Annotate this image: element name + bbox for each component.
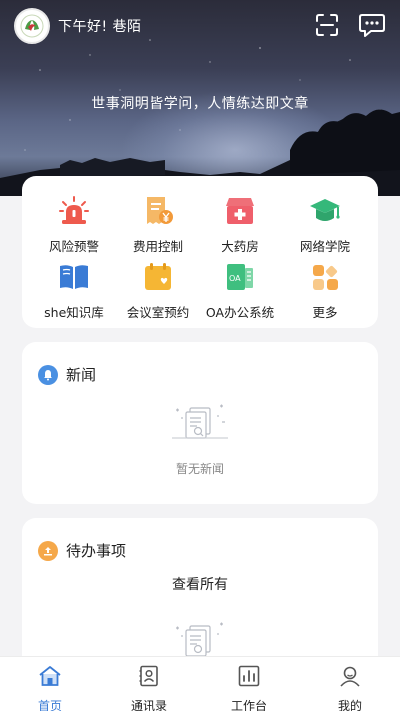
graduation-cap-icon [310, 199, 340, 221]
pharmacy-icon [226, 198, 254, 224]
svg-text:OA: OA [229, 274, 241, 283]
menu-item-risk-warning[interactable]: 风险预警 [34, 194, 114, 255]
menu-item-cost-control[interactable]: 费用控制 [118, 194, 198, 255]
home-icon [39, 666, 61, 686]
scan-icon[interactable] [314, 12, 340, 38]
news-empty-text: 暂无新闻 [175, 462, 224, 476]
bell-icon [38, 364, 58, 385]
news-card: 新闻 暂无新闻 [22, 342, 378, 504]
tab-contacts[interactable]: 通讯录 [114, 665, 184, 711]
logo-avatar[interactable] [14, 8, 50, 44]
more-grid-icon [313, 265, 338, 290]
todo-title: 待办事项 [66, 542, 127, 560]
workbench-chart-icon [238, 665, 260, 687]
menu-item-label: she知识库 [44, 305, 104, 320]
bottom-tab-bar: 首页 通讯录 工作台 我的 [0, 656, 400, 711]
menu-item-label: 风险预警 [48, 239, 99, 254]
menu-item-oa-system[interactable]: OA OA办公系统 [200, 260, 280, 321]
tab-label: 工作台 [230, 699, 267, 711]
menu-item-label: 大药房 [221, 239, 259, 254]
alarm-light-icon [59, 196, 89, 224]
tab-label: 我的 [337, 699, 362, 711]
contacts-icon [139, 665, 158, 687]
menu-item-online-academy[interactable]: 网络学院 [285, 194, 365, 255]
news-title: 新闻 [66, 366, 97, 384]
tab-label: 通讯录 [130, 699, 167, 711]
menu-item-meeting-room-booking[interactable]: 会议室预约 [118, 260, 198, 321]
message-icon[interactable] [358, 12, 386, 38]
book-icon [60, 265, 88, 289]
calendar-heart-icon [145, 263, 171, 290]
tab-workbench[interactable]: 工作台 [214, 665, 284, 711]
oa-document-icon: OA [227, 264, 253, 290]
todo-card: 待办事项 查看所有 [22, 518, 378, 678]
function-menu-card: 风险预警 费用控制 大药房 网络学院 she知识库 会议室预约 OA OA办公系… [22, 176, 378, 328]
tab-label: 首页 [37, 699, 62, 711]
motto-text: 世事洞明皆学问，人情练达即文章 [91, 96, 309, 112]
menu-item-pharmacy[interactable]: 大药房 [200, 194, 280, 255]
menu-item-she-knowledge-base[interactable]: she知识库 [34, 260, 114, 321]
view-all-link[interactable]: 查看所有 [22, 574, 378, 594]
menu-item-more[interactable]: 更多 [285, 260, 365, 321]
upload-tray-icon [38, 540, 58, 561]
menu-item-label: OA办公系统 [205, 305, 275, 320]
home-page: 下午好! 巷陌 世事洞明皆学问，人情练达即文章 风险预警 费用控制 大药房 网络… [0, 0, 400, 711]
receipt-yen-icon [147, 197, 173, 224]
news-header[interactable]: 新闻 [38, 364, 96, 385]
tab-home[interactable]: 首页 [15, 665, 85, 711]
empty-document-illustration [172, 404, 228, 439]
menu-item-label: 网络学院 [299, 239, 350, 254]
todo-header[interactable]: 待办事项 [38, 540, 126, 561]
profile-icon [340, 666, 360, 687]
menu-item-label: 费用控制 [132, 239, 183, 254]
logo-icon [20, 14, 44, 38]
menu-item-label: 更多 [312, 305, 338, 320]
greeting-text: 下午好! 巷陌 [58, 19, 142, 35]
hero-banner: 下午好! 巷陌 世事洞明皆学问，人情练达即文章 [0, 0, 400, 196]
menu-item-label: 会议室预约 [126, 305, 190, 320]
tab-profile[interactable]: 我的 [315, 665, 385, 711]
